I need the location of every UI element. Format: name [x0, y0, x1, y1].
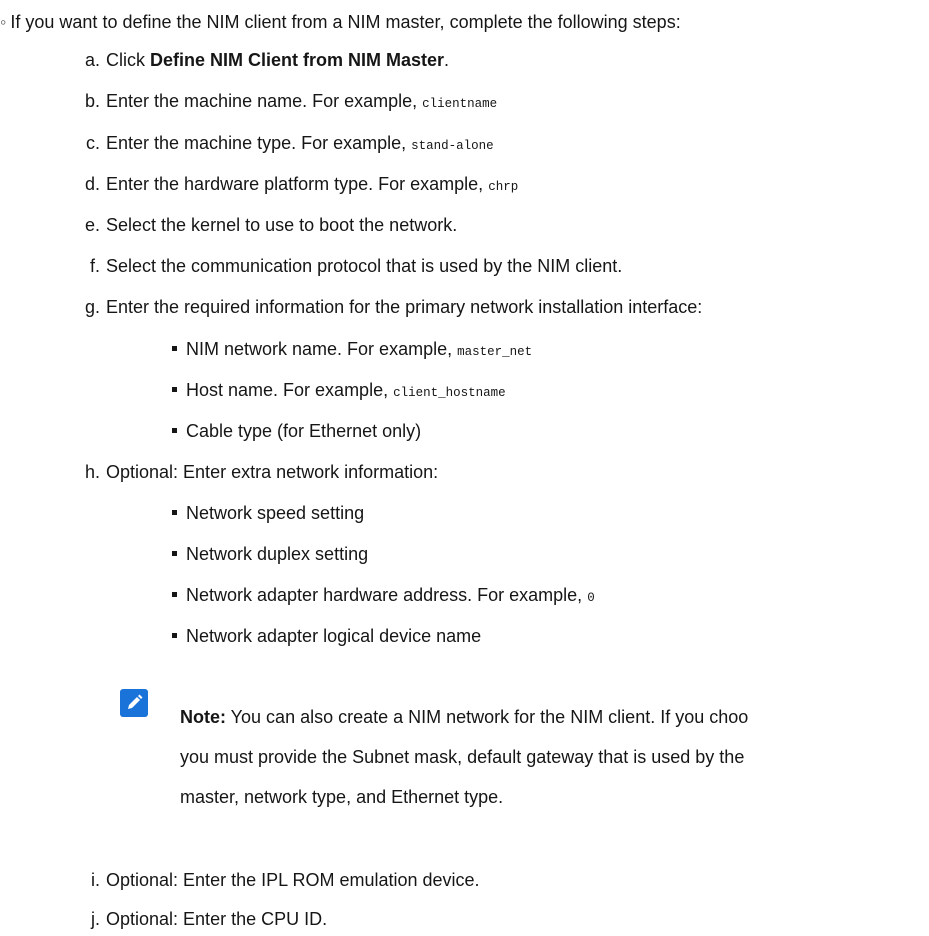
step-b: b. Enter the machine name. For example, c…: [78, 89, 497, 116]
sub-text: Network adapter logical device name: [186, 626, 482, 646]
note-text: You can also create a NIM network for th…: [226, 707, 749, 727]
step-i: i. Optional: Enter the IPL ROM emulation …: [78, 868, 480, 892]
square-bullet-icon: [172, 550, 177, 556]
step-text: Select the communication protocol that i…: [106, 256, 623, 276]
square-bullet-icon: [172, 386, 177, 392]
document-page: ◦ If you want to define the NIM client fr…: [0, 0, 929, 936]
step-f: f. Select the communication protocol that…: [78, 254, 622, 278]
step-e: e. Select the kernel to use to boot the n…: [78, 213, 457, 237]
g-sub-item: Host name. For example, client_hostname: [172, 378, 506, 405]
step-marker: e.: [84, 215, 100, 235]
step-c: c. Enter the machine type. For example, s…: [78, 131, 494, 158]
intro-text: If you want to define the NIM client fro…: [10, 12, 681, 32]
sub-text: Host name. For example,: [186, 380, 394, 400]
step-marker: g.: [84, 297, 100, 317]
note-line-3: master, network type, and Ethernet type.: [180, 785, 503, 809]
code-example: stand-alone: [411, 139, 494, 153]
define-nim-client-label: Define NIM Client from NIM Master: [150, 50, 445, 70]
step-marker: d.: [84, 174, 100, 194]
step-d: d. Enter the hardware platform type. For …: [78, 172, 518, 199]
step-j: j. Optional: Enter the CPU ID.: [78, 907, 327, 931]
step-text: Optional: Enter the CPU ID.: [106, 909, 328, 929]
step-marker: f.: [89, 256, 100, 276]
g-sub-item: Cable type (for Ethernet only): [172, 419, 421, 443]
square-bullet-icon: [172, 632, 177, 638]
step-text: Enter the machine name. For example,: [106, 91, 423, 111]
h-sub-item: Network speed setting: [172, 501, 364, 525]
code-example: 0: [587, 591, 595, 605]
note-text: you must provide the Subnet mask, defaul…: [180, 747, 745, 767]
step-text: Select the kernel to use to boot the net…: [106, 215, 458, 235]
intro-line: ◦ If you want to define the NIM client fr…: [0, 10, 681, 34]
h-sub-item: Network adapter hardware address. For ex…: [172, 583, 595, 610]
h-sub-item: Network adapter logical device name: [172, 624, 481, 648]
step-text-end: .: [444, 50, 450, 70]
square-bullet-icon: [172, 591, 177, 597]
pencil-note-icon: [120, 689, 148, 717]
step-marker: i.: [91, 870, 100, 890]
square-bullet-icon: [172, 345, 177, 351]
h-sub-item: Network duplex setting: [172, 542, 368, 566]
step-text: Enter the hardware platform type. For ex…: [106, 174, 489, 194]
sub-text: Network adapter hardware address. For ex…: [186, 585, 588, 605]
step-a: a. Click Define NIM Client from NIM Maste…: [78, 48, 449, 72]
sub-text: Cable type (for Ethernet only): [186, 421, 422, 441]
code-example: client_hostname: [393, 386, 506, 400]
note-label: Note:: [180, 707, 226, 727]
step-text: Click: [106, 50, 150, 70]
square-bullet-icon: [172, 509, 177, 515]
step-text: Enter the machine type. For example,: [106, 133, 412, 153]
code-example: master_net: [457, 345, 533, 359]
note-line-2: you must provide the Subnet mask, defaul…: [180, 745, 744, 769]
step-marker: c.: [85, 133, 100, 153]
step-g: g. Enter the required information for the…: [78, 295, 702, 319]
step-text: Enter the required information for the p…: [106, 297, 703, 317]
sub-text: Network speed setting: [186, 503, 365, 523]
note-text: master, network type, and Ethernet type.: [180, 787, 504, 807]
code-example: chrp: [488, 180, 519, 194]
step-text: Optional: Enter extra network informatio…: [106, 462, 439, 482]
code-example: clientname: [422, 97, 498, 111]
step-marker: h.: [84, 462, 100, 482]
note-line-1: Note: You can also create a NIM network …: [180, 705, 748, 729]
square-bullet-icon: [172, 427, 177, 433]
step-marker: b.: [84, 91, 100, 111]
step-marker: a.: [84, 50, 100, 70]
circle-bullet-icon: ◦: [0, 12, 7, 32]
step-h: h. Optional: Enter extra network informat…: [78, 460, 438, 484]
sub-text: NIM network name. For example,: [186, 339, 458, 359]
step-marker: j.: [91, 909, 100, 929]
sub-text: Network duplex setting: [186, 544, 369, 564]
g-sub-item: NIM network name. For example, master_ne…: [172, 337, 532, 364]
step-text: Optional: Enter the IPL ROM emulation de…: [106, 870, 480, 890]
